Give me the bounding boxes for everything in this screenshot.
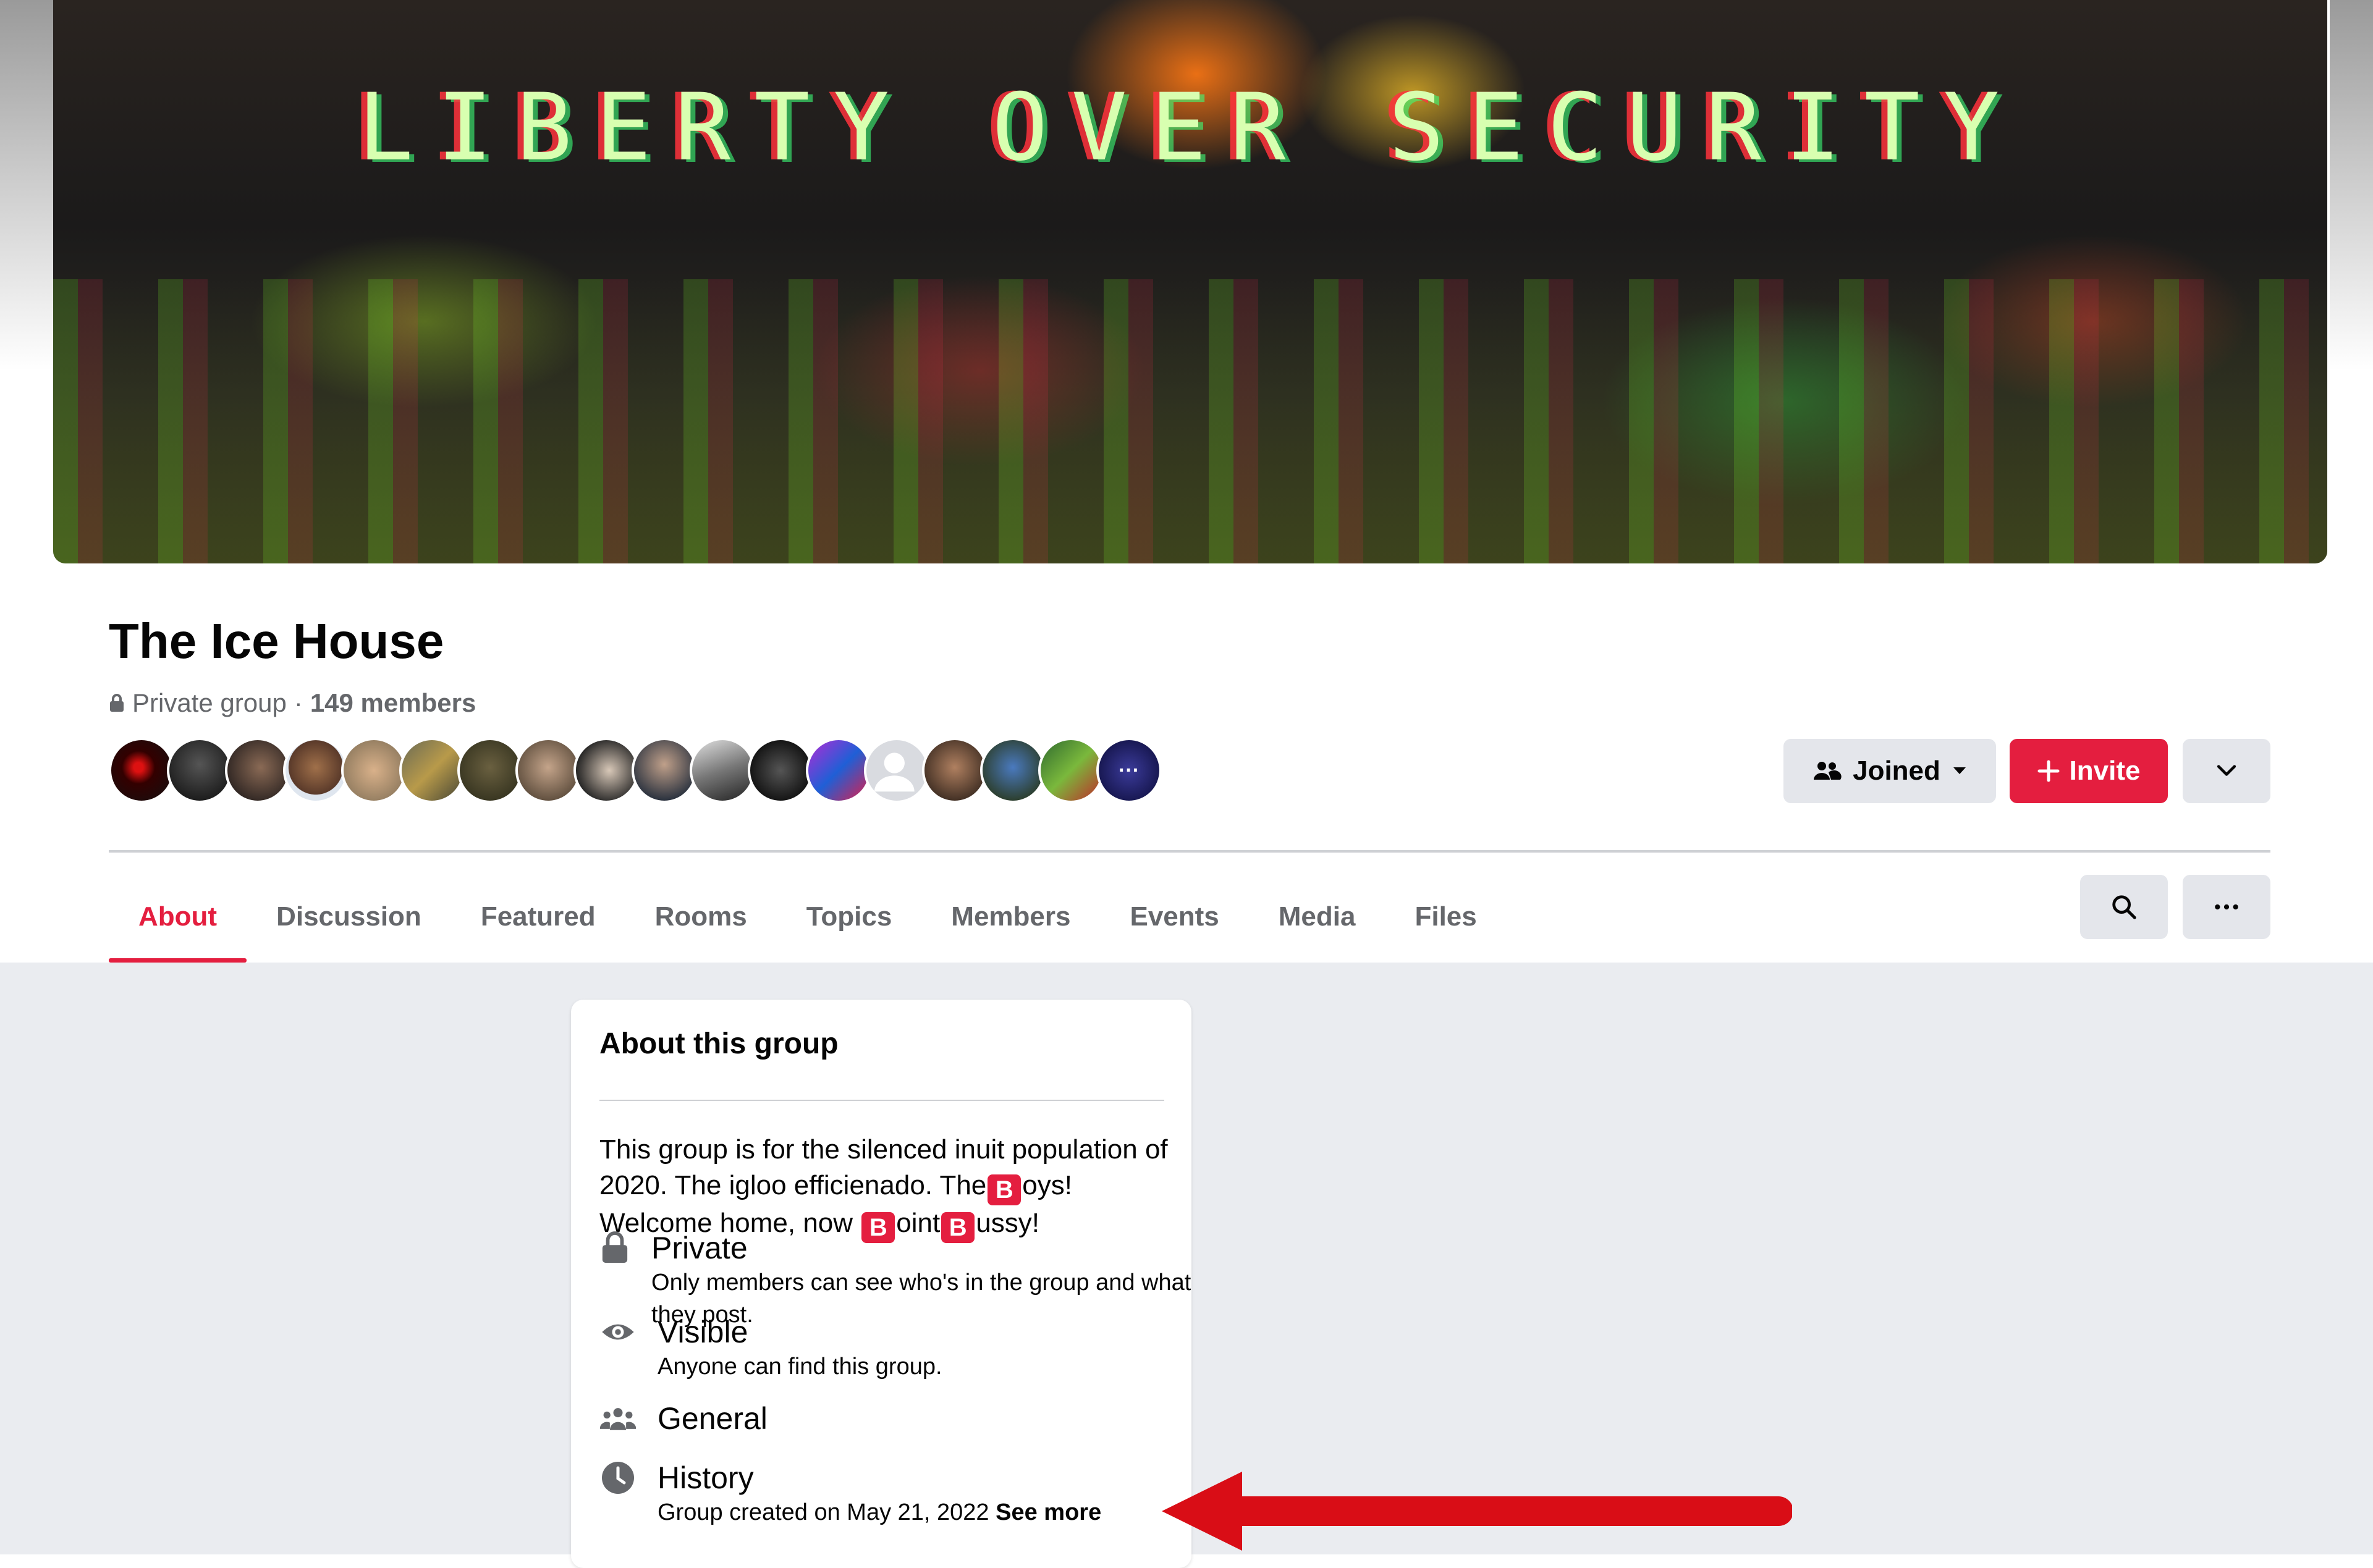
- group-tabs: About Discussion Featured Rooms Topics M…: [109, 871, 1507, 963]
- avatar[interactable]: [109, 738, 174, 803]
- group-name[interactable]: The Ice House: [109, 610, 444, 672]
- about-divider: [599, 1100, 1164, 1101]
- see-more-link[interactable]: See more: [996, 1499, 1101, 1525]
- info-row-general: General: [599, 1400, 768, 1437]
- cover-crowd-graphic: [53, 279, 2327, 563]
- group-meta: Private group · 149 members: [109, 686, 476, 720]
- avatar[interactable]: [864, 738, 929, 803]
- avatar[interactable]: [806, 738, 871, 803]
- default-avatar-icon: [874, 752, 915, 792]
- header-divider: [109, 850, 2270, 853]
- tab-events[interactable]: Events: [1100, 871, 1248, 963]
- joined-label: Joined: [1853, 756, 1940, 786]
- tab-rooms[interactable]: Rooms: [625, 871, 777, 963]
- avatar[interactable]: [922, 738, 988, 803]
- info-row-visible: Visible Anyone can find this group.: [599, 1313, 942, 1383]
- tab-media[interactable]: Media: [1249, 871, 1385, 963]
- more-members-label: ···: [1119, 758, 1140, 782]
- avatar[interactable]: [573, 738, 639, 803]
- info-row-history: History Group created on May 21, 2022 Se…: [599, 1459, 1101, 1528]
- avatar[interactable]: [283, 738, 349, 803]
- avatar[interactable]: [690, 738, 755, 803]
- group-description: This group is for the silenced inuit pop…: [599, 1132, 1180, 1243]
- search-icon: [2112, 895, 2136, 919]
- avatar[interactable]: [399, 738, 465, 803]
- tab-about[interactable]: About: [109, 871, 247, 963]
- avatar[interactable]: [457, 738, 523, 803]
- page-edge-right: [2330, 0, 2373, 371]
- avatar[interactable]: [515, 738, 581, 803]
- search-button[interactable]: [2080, 875, 2168, 939]
- avatar[interactable]: [632, 738, 697, 803]
- invite-button[interactable]: Invite: [2010, 739, 2168, 803]
- member-count[interactable]: 149 members: [310, 688, 476, 718]
- red-arrow-annotation: [1162, 1472, 1792, 1551]
- info-label: Private: [651, 1231, 748, 1265]
- info-label: Visible: [658, 1315, 748, 1349]
- page-edge-left: [0, 0, 53, 371]
- lock-icon: [110, 694, 124, 712]
- group-icon: [599, 1400, 637, 1437]
- avatar[interactable]: [225, 738, 290, 803]
- info-label: General: [658, 1401, 768, 1436]
- tab-discussion[interactable]: Discussion: [247, 871, 451, 963]
- info-label: History: [658, 1461, 754, 1495]
- avatar[interactable]: [748, 738, 813, 803]
- eye-icon: [599, 1313, 637, 1351]
- invite-label: Invite: [2069, 756, 2141, 786]
- plus-icon: [2037, 760, 2060, 782]
- about-card: About this group This group is for the s…: [571, 1000, 1191, 1568]
- cover-photo[interactable]: LIBERTY OVER SECURITY: [53, 0, 2327, 563]
- tab-topics[interactable]: Topics: [777, 871, 922, 963]
- avatar[interactable]: [167, 738, 232, 803]
- member-avatars: ···: [109, 738, 1162, 803]
- tab-files[interactable]: Files: [1385, 871, 1506, 963]
- chevron-down-icon: [2217, 765, 2236, 776]
- privacy-label[interactable]: Private group: [132, 688, 287, 718]
- avatar[interactable]: [341, 738, 407, 803]
- tab-members[interactable]: Members: [921, 871, 1100, 963]
- info-subtext: Group created on May 21, 2022 See more: [658, 1496, 1101, 1528]
- clock-icon: [599, 1459, 637, 1496]
- joined-button[interactable]: Joined: [1783, 739, 1996, 803]
- caret-down-icon: [1953, 767, 1966, 774]
- more-members-avatar[interactable]: ···: [1096, 738, 1162, 803]
- cover-photo-text: LIBERTY OVER SECURITY: [357, 74, 2023, 182]
- collapse-header-button[interactable]: [2183, 739, 2270, 803]
- about-title: About this group: [599, 1027, 839, 1060]
- more-options-button[interactable]: [2183, 875, 2270, 939]
- ellipsis-icon: [2215, 904, 2238, 910]
- avatar[interactable]: [1038, 738, 1104, 803]
- members-icon: [1814, 762, 1842, 780]
- history-created-date: Group created on May 21, 2022: [658, 1499, 989, 1525]
- tab-featured[interactable]: Featured: [451, 871, 625, 963]
- info-subtext: Anyone can find this group.: [658, 1354, 942, 1380]
- avatar[interactable]: [980, 738, 1046, 803]
- meta-separator: ·: [294, 688, 303, 717]
- lock-icon: [599, 1229, 630, 1267]
- description-text: This group is for the silenced inuit pop…: [599, 1134, 1168, 1200]
- b-emoji: B: [988, 1174, 1022, 1205]
